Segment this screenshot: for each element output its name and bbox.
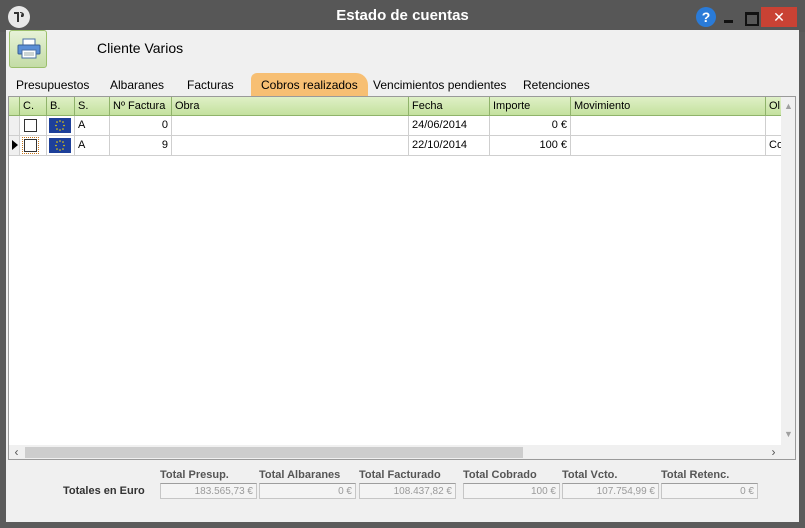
scroll-right-icon[interactable]: › bbox=[766, 445, 781, 459]
client-name: Cliente Varios bbox=[97, 40, 184, 56]
tab-albaranes[interactable]: Albaranes bbox=[110, 75, 164, 96]
scroll-left-icon[interactable]: ‹ bbox=[9, 445, 24, 459]
total-retenc-field: 0 € bbox=[661, 483, 758, 499]
tab-cobros-realizados[interactable]: Cobros realizados bbox=[251, 73, 368, 96]
tab-retenciones[interactable]: Retenciones bbox=[523, 75, 590, 96]
column-header-obra[interactable]: Obra bbox=[172, 97, 409, 116]
cell-obra bbox=[172, 136, 409, 155]
column-header-importe[interactable]: Importe bbox=[490, 97, 571, 116]
column-header-s[interactable]: S. bbox=[75, 97, 110, 116]
totals-panel: Total Presup. Total Albaranes Total Fact… bbox=[6, 466, 799, 522]
row-indicator bbox=[9, 116, 20, 135]
cell-bank bbox=[47, 116, 75, 135]
eu-flag-icon bbox=[49, 118, 71, 133]
cell-fecha: 24/06/2014 bbox=[409, 116, 490, 135]
title-bar: Estado de cuentas ? ✕ bbox=[0, 0, 805, 32]
printer-icon bbox=[17, 38, 41, 59]
total-albaranes-label: Total Albaranes bbox=[259, 469, 341, 481]
cobros-grid: C. B. S. Nº Factura Obra Fecha Importe M… bbox=[8, 96, 796, 460]
horizontal-scrollbar[interactable]: ‹ › bbox=[9, 445, 781, 459]
client-area: Cliente Varios Presupuestos Albaranes Fa… bbox=[6, 30, 799, 522]
column-header-c[interactable]: C. bbox=[20, 97, 47, 116]
cell-movimiento bbox=[571, 116, 766, 135]
cell-fecha: 22/10/2014 bbox=[409, 136, 490, 155]
total-vcto-field: 107.754,99 € bbox=[562, 483, 659, 499]
tab-bar: Presupuestos Albaranes Facturas Cobros r… bbox=[6, 72, 799, 96]
scroll-corner bbox=[781, 445, 795, 459]
cell-obra bbox=[172, 116, 409, 135]
cell-movimiento bbox=[571, 136, 766, 155]
table-row[interactable]: A 9 22/10/2014 100 € Co bbox=[9, 136, 783, 156]
cell-serie: A bbox=[75, 116, 110, 135]
row-checkbox[interactable] bbox=[24, 119, 37, 132]
tab-vencimientos-pendientes[interactable]: Vencimientos pendientes bbox=[373, 75, 506, 96]
cell-serie: A bbox=[75, 136, 110, 155]
horizontal-scroll-thumb[interactable] bbox=[25, 447, 523, 458]
cell-importe: 0 € bbox=[490, 116, 571, 135]
scroll-down-icon[interactable]: ▼ bbox=[781, 427, 795, 442]
total-presup-field: 183.565,73 € bbox=[160, 483, 257, 499]
tab-presupuestos[interactable]: Presupuestos bbox=[16, 75, 89, 96]
cell-bank bbox=[47, 136, 75, 155]
column-header-b[interactable]: B. bbox=[47, 97, 75, 116]
cell-importe: 100 € bbox=[490, 136, 571, 155]
total-facturado-field: 108.437,82 € bbox=[359, 483, 456, 499]
eu-flag-icon bbox=[49, 138, 71, 153]
vertical-scrollbar[interactable]: ▲ ▼ bbox=[781, 97, 795, 445]
help-button[interactable]: ? bbox=[696, 7, 716, 27]
table-row[interactable]: A 0 24/06/2014 0 € bbox=[9, 116, 781, 136]
column-header-factura[interactable]: Nº Factura bbox=[110, 97, 172, 116]
cell-check bbox=[20, 116, 47, 135]
column-header-fecha[interactable]: Fecha bbox=[409, 97, 490, 116]
tab-facturas[interactable]: Facturas bbox=[187, 75, 234, 96]
window-title: Estado de cuentas bbox=[336, 7, 469, 24]
row-indicator-current bbox=[9, 136, 20, 155]
maximize-button[interactable] bbox=[742, 8, 760, 26]
header-indicator bbox=[9, 97, 20, 116]
totales-row-label: Totales en Euro bbox=[63, 485, 145, 497]
total-retenc-label: Total Retenc. bbox=[661, 469, 730, 481]
close-button[interactable]: ✕ bbox=[761, 7, 797, 27]
column-header-movimiento[interactable]: Movimiento bbox=[571, 97, 766, 116]
total-facturado-label: Total Facturado bbox=[359, 469, 441, 481]
row-checkbox[interactable] bbox=[22, 137, 39, 154]
total-albaranes-field: 0 € bbox=[259, 483, 356, 499]
minimize-button[interactable] bbox=[720, 8, 738, 26]
scroll-up-icon[interactable]: ▲ bbox=[781, 99, 795, 114]
cell-check bbox=[20, 136, 47, 155]
cell-factura: 9 bbox=[110, 136, 172, 155]
cell-factura: 0 bbox=[110, 116, 172, 135]
estado-de-cuentas-window: Estado de cuentas ? ✕ Cliente Varios Pre… bbox=[0, 0, 805, 528]
total-vcto-label: Total Vcto. bbox=[562, 469, 618, 481]
grid-header: C. B. S. Nº Factura Obra Fecha Importe M… bbox=[9, 97, 781, 116]
print-button[interactable] bbox=[9, 30, 47, 68]
total-cobrado-label: Total Cobrado bbox=[463, 469, 537, 481]
total-cobrado-field: 100 € bbox=[463, 483, 560, 499]
total-presup-label: Total Presup. bbox=[160, 469, 229, 481]
